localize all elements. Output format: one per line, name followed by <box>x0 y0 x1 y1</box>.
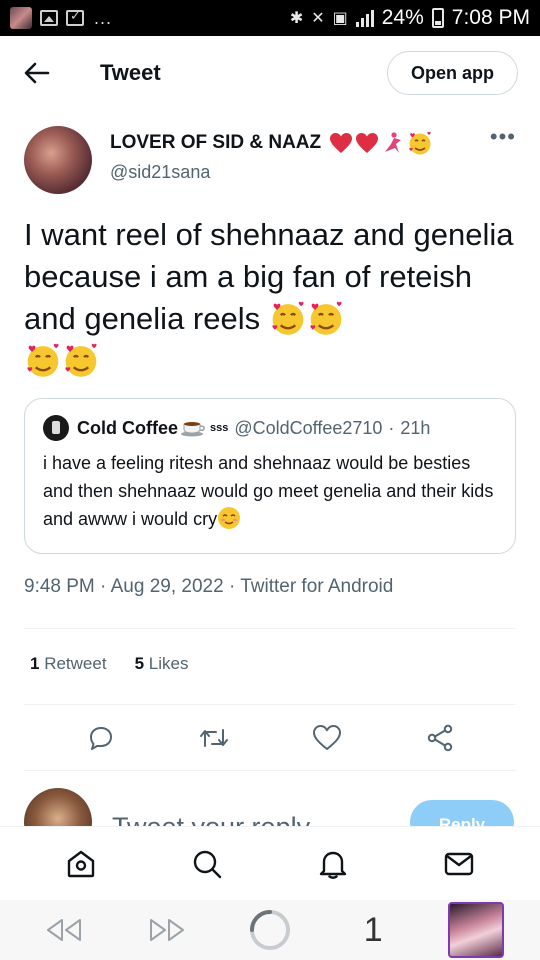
quoted-author-avatar <box>43 415 69 441</box>
battery-percent: 24% <box>381 6 424 29</box>
reply-icon <box>89 727 112 750</box>
reply-action-button[interactable] <box>85 722 117 754</box>
reply-input[interactable]: Tweet your reply <box>112 812 310 826</box>
more-notifications-icon: ... <box>94 7 113 28</box>
tab-home[interactable] <box>61 844 101 884</box>
quoted-author-name-suffix: sss <box>210 422 229 434</box>
quoted-tweet[interactable]: Cold Coffee sss @ColdCoffee2710 · 21h i … <box>24 398 516 554</box>
profile-thumbnail-icon <box>448 902 505 958</box>
battery-icon <box>431 8 444 28</box>
smiling-face-with-hearts-emoji-icon <box>409 131 431 155</box>
quoted-timestamp: 21h <box>400 417 431 438</box>
separator-dot: · <box>388 417 395 438</box>
retweet-icon <box>199 729 228 747</box>
tweet-actions <box>24 718 516 758</box>
clock: 7:08 PM <box>451 6 530 29</box>
relieved-face-emoji-icon <box>218 507 241 529</box>
smiling-face-with-hearts-emoji-icon <box>272 301 304 335</box>
author-handle[interactable]: @sid21sana <box>110 162 433 183</box>
tweet-source[interactable]: Twitter for Android <box>240 576 393 597</box>
likes-stat[interactable]: 5 Likes <box>135 654 189 674</box>
divider <box>24 770 516 771</box>
smiling-face-with-hearts-emoji-icon <box>27 343 59 377</box>
quoted-author-handle: @ColdCoffee2710 <box>234 417 383 438</box>
hot-beverage-emoji-icon <box>181 422 205 437</box>
red-heart-emoji-icon <box>356 133 379 153</box>
bottom-tab-bar <box>0 826 540 900</box>
likes-count: 5 <box>134 654 145 673</box>
tweet-body: I want reel of shehnaaz and genelia beca… <box>24 214 520 382</box>
tweet-time: 9:48 PM <box>24 576 95 597</box>
dancer-emoji-icon <box>385 132 402 153</box>
tab-count: 1 <box>363 910 383 949</box>
tab-search[interactable] <box>187 844 227 884</box>
browser-navigation-bar: 1 <box>0 900 540 960</box>
back-button[interactable] <box>22 58 52 88</box>
search-icon <box>193 850 222 878</box>
reply-composer: Tweet your reply Reply <box>0 786 540 826</box>
current-user-avatar <box>24 788 92 826</box>
check-notification-icon <box>66 8 84 26</box>
retweets-count: 1 <box>30 654 40 673</box>
mute-icon: ✕ <box>311 10 325 27</box>
smiling-face-with-hearts-emoji-icon <box>65 343 97 377</box>
arrow-left-icon <box>24 62 50 84</box>
share-icon <box>427 724 452 752</box>
bluetooth-icon: ✱ <box>289 10 304 27</box>
data-saver-icon: ▣ <box>332 10 348 27</box>
top-bar: Tweet Open app <box>0 36 540 110</box>
fast-forward-icon <box>149 919 184 941</box>
quoted-tweet-text: i have a feeling ritesh and shehnaaz wou… <box>43 453 494 529</box>
retweets-label: Retweet <box>44 654 107 673</box>
red-heart-emoji-icon <box>330 133 353 153</box>
browser-tabs-button[interactable]: 1 <box>345 902 401 958</box>
tweet-date: Aug 29, 2022 <box>110 576 224 597</box>
retweets-stat[interactable]: 1 Retweet <box>30 654 107 674</box>
tweet-author: LOVER OF SID & NAAZ @sid21sana ••• <box>24 124 516 194</box>
quoted-author-name: Cold Coffee <box>77 417 178 438</box>
separator-dot: · <box>100 576 107 597</box>
separator-dot: · <box>228 576 236 597</box>
page-title: Tweet <box>100 60 161 85</box>
rewind-back-icon <box>46 919 81 941</box>
tweet-stats: 1 Retweet 5 Likes <box>30 654 188 674</box>
browser-back-button[interactable] <box>36 902 92 958</box>
status-bar: ... ✱ ✕ ▣ 24% 7:08 PM <box>0 0 540 36</box>
smiling-face-with-hearts-emoji-icon <box>310 301 342 335</box>
retweet-action-button[interactable] <box>198 722 230 754</box>
divider <box>24 628 516 629</box>
author-avatar[interactable] <box>24 126 92 194</box>
browser-forward-button[interactable] <box>139 902 195 958</box>
like-action-button[interactable] <box>311 722 343 754</box>
signal-icon <box>355 9 374 27</box>
reply-button[interactable]: Reply <box>410 800 514 826</box>
divider <box>24 704 516 705</box>
bell-icon <box>319 851 347 879</box>
more-options-icon[interactable]: ••• <box>490 124 516 194</box>
tab-messages[interactable] <box>439 844 479 884</box>
open-app-button[interactable]: Open app <box>386 51 518 95</box>
gallery-notification-icon <box>40 10 58 26</box>
share-action-button[interactable] <box>424 722 456 754</box>
tab-notifications[interactable] <box>313 844 353 884</box>
author-display-name[interactable]: LOVER OF SID & NAAZ <box>110 132 321 154</box>
browser-reload-button[interactable] <box>242 902 298 958</box>
tweet-meta: 9:48 PM · Aug 29, 2022 · Twitter for And… <box>24 576 393 598</box>
loading-spinner-icon <box>249 910 290 950</box>
heart-icon <box>312 725 341 750</box>
home-icon <box>67 850 95 877</box>
likes-label: Likes <box>148 654 189 673</box>
notification-thumbnail-icon <box>10 7 32 29</box>
mail-icon <box>444 852 474 875</box>
browser-menu-button[interactable] <box>448 902 505 958</box>
